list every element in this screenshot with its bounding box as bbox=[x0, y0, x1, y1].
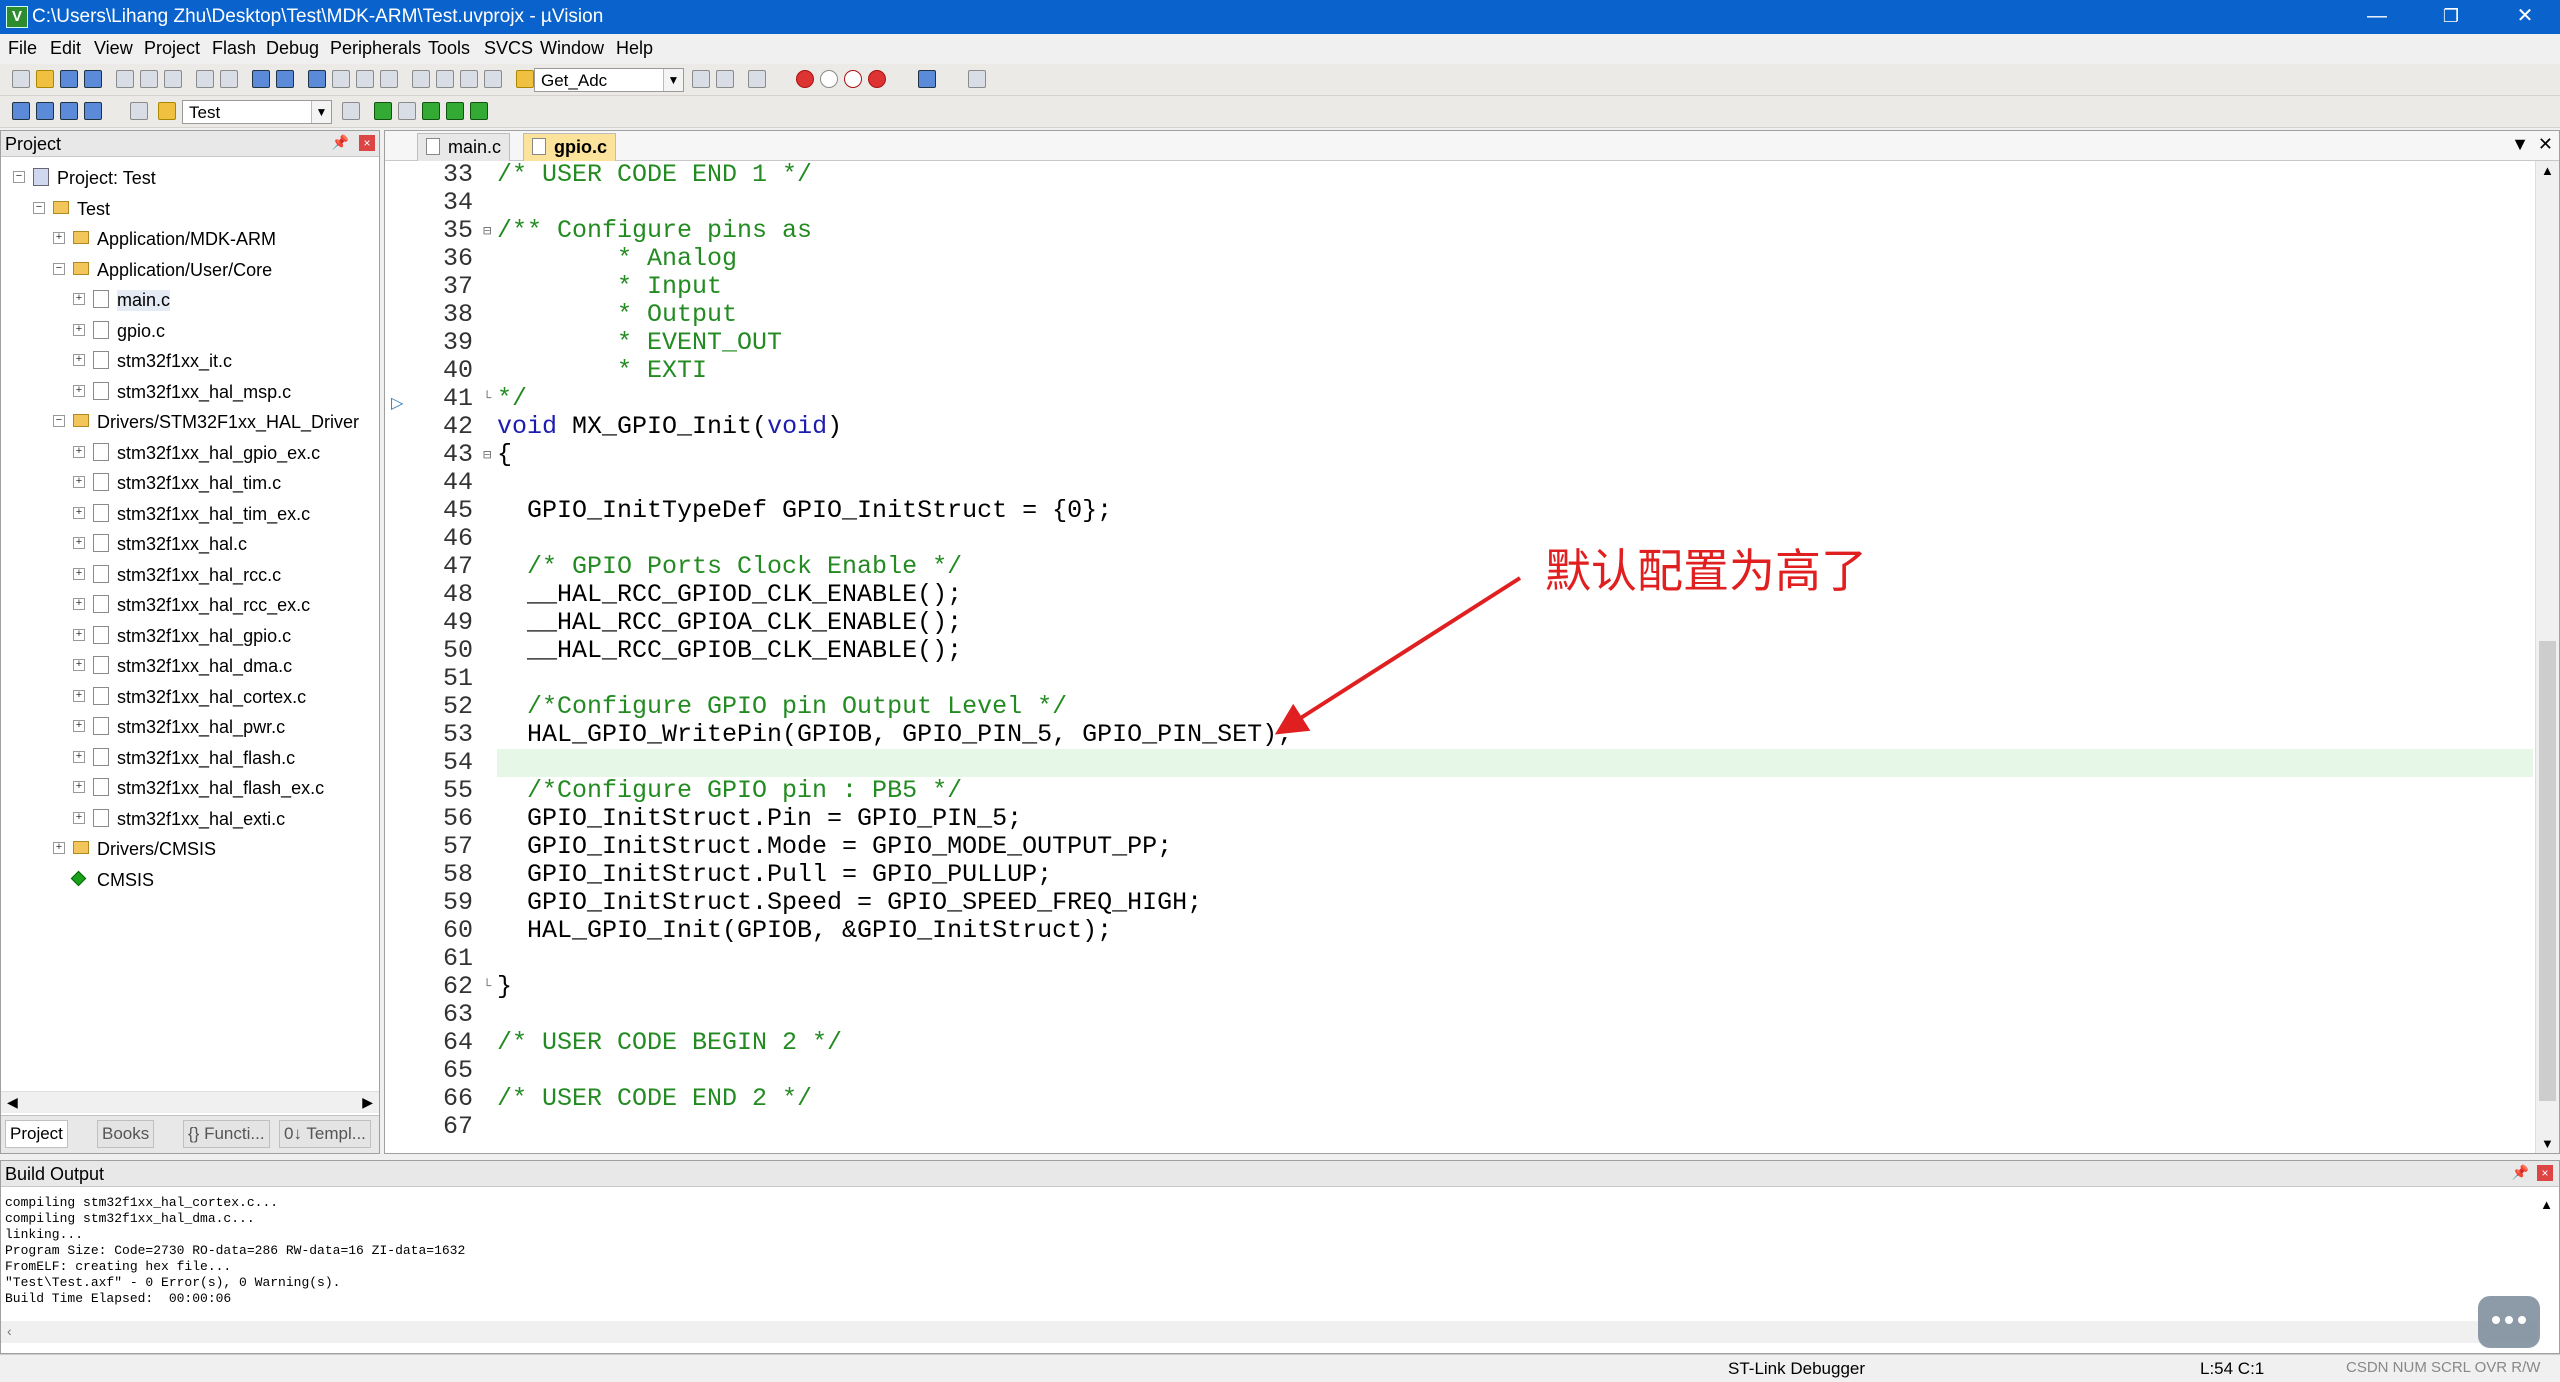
build-output-log: compiling stm32f1xx_hal_cortex.c... compi… bbox=[5, 1195, 465, 1307]
build-log-line: compiling stm32f1xx_hal_cortex.c... bbox=[5, 1195, 279, 1210]
chat-dot bbox=[2492, 1316, 2500, 1324]
build-log-line: Build Time Elapsed: 00:00:06 bbox=[5, 1291, 232, 1306]
chat-bubble-icon[interactable] bbox=[2478, 1296, 2540, 1348]
build-log-line: compiling stm32f1xx_hal_dma.c... bbox=[5, 1211, 255, 1226]
build-output-title: Build Output bbox=[5, 1164, 105, 1184]
scroll-up-icon[interactable]: ▲ bbox=[2540, 1197, 2553, 1212]
build-output-panel: Build Output 📌 × compiling stm32f1xx_hal… bbox=[0, 1160, 2560, 1354]
horizontal-scrollbar[interactable]: ‹ bbox=[1, 1321, 2537, 1343]
pin-icon[interactable]: 📌 bbox=[2512, 1164, 2529, 1181]
cursor-position: L:54 C:1 bbox=[2200, 1359, 2265, 1378]
build-log-line: "Test\Test.axf" - 0 Error(s), 0 Warning(… bbox=[5, 1275, 341, 1290]
annotation-text: 默认配置为高了 bbox=[1545, 544, 1867, 598]
chat-dot bbox=[2518, 1316, 2526, 1324]
build-log-line: linking... bbox=[5, 1227, 84, 1242]
scroll-left-icon[interactable]: ‹ bbox=[7, 1323, 12, 1339]
debugger-status: ST-Link Debugger bbox=[1728, 1359, 1866, 1378]
build-output-header: Build Output 📌 × bbox=[1, 1161, 2559, 1187]
build-log-line: Program Size: Code=2730 RO-data=286 RW-d… bbox=[5, 1243, 466, 1258]
chat-dot bbox=[2505, 1316, 2513, 1324]
build-log-line: FromELF: creating hex file... bbox=[5, 1259, 232, 1274]
keyboard-status: CSDN NUM SCRL OVR R/W bbox=[2346, 1359, 2541, 1376]
status-bar: ST-Link Debugger L:54 C:1 CSDN NUM SCRL … bbox=[0, 1354, 2560, 1382]
close-icon[interactable]: × bbox=[2537, 1165, 2553, 1181]
